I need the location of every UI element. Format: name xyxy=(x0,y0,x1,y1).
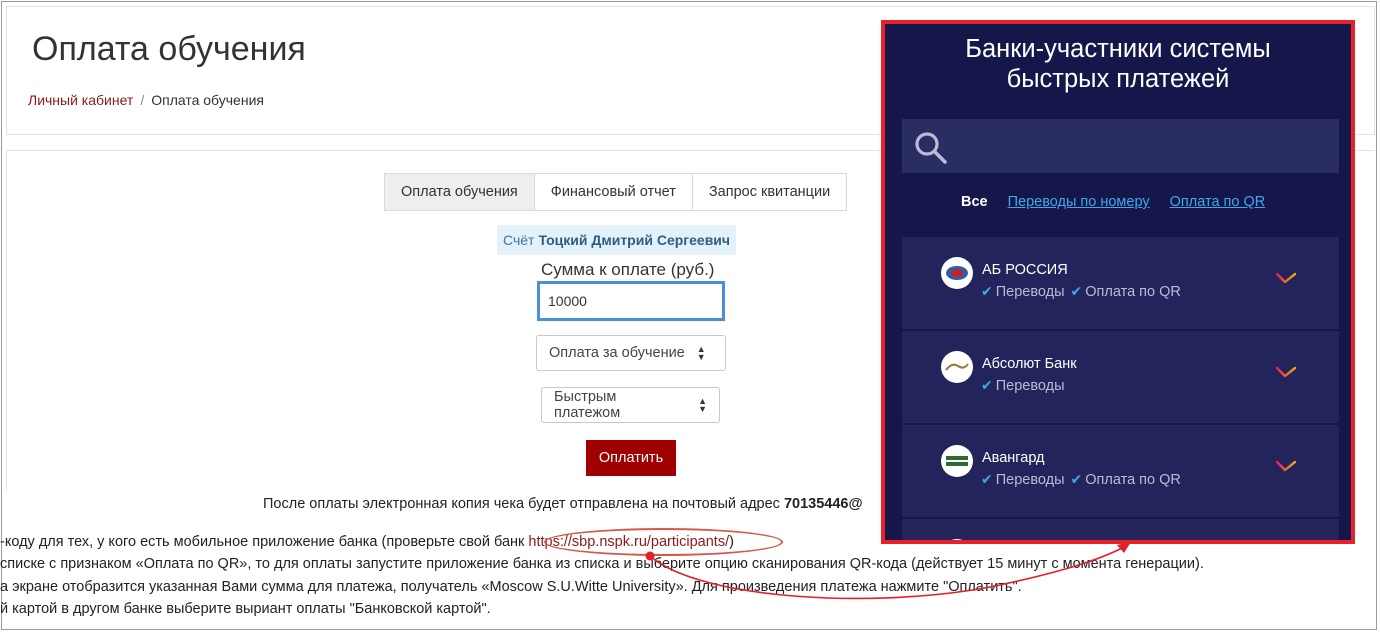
feature-label: Переводы xyxy=(995,283,1065,300)
tab-tuition-payment[interactable]: Оплата обучения xyxy=(384,173,535,211)
sum-input[interactable] xyxy=(537,281,725,321)
bank-logo-icon xyxy=(941,539,973,540)
purpose-select[interactable]: Оплата за обучение ▲ ▼ xyxy=(536,335,726,371)
filter-transfers-by-number[interactable]: Переводы по номеру xyxy=(1008,194,1150,210)
tab-receipt-request[interactable]: Запрос квитанции xyxy=(691,173,848,211)
select-arrows-icon: ▲ ▼ xyxy=(696,344,706,362)
bank-features: ✔ Переводы xyxy=(981,377,1071,394)
breadcrumb: Личный кабинет / Оплата обучения xyxy=(28,92,264,108)
search-icon xyxy=(915,132,947,164)
payment-method-select[interactable]: Быстрым платежом ▲ ▼ xyxy=(541,387,720,423)
account-name: Тоцкий Дмитрий Сергеевич xyxy=(538,232,731,248)
info-line-2: списке с признаком «Оплата по QR», то дл… xyxy=(0,556,1204,572)
bank-item[interactable]: АБ РОССИЯ ✔ Переводы ✔ Оплата по QR xyxy=(902,237,1339,329)
filter-all[interactable]: Все xyxy=(961,194,988,210)
bank-feature: ✔ Оплата по QR xyxy=(1071,471,1181,488)
pay-button[interactable]: Оплатить xyxy=(586,440,676,476)
check-icon: ✔ xyxy=(981,283,993,299)
check-icon: ✔ xyxy=(981,471,993,487)
bank-item-partial[interactable] xyxy=(902,519,1339,540)
info-line-4: й картой в другом банке выберите выриант… xyxy=(0,601,491,617)
sum-label: Сумма к оплате (руб.) xyxy=(541,260,715,279)
account-label: Счёт xyxy=(503,232,535,248)
chevron-down-icon[interactable] xyxy=(1275,271,1297,285)
bank-list: АБ РОССИЯ ✔ Переводы ✔ Оплата по QR Абсолю… xyxy=(902,237,1339,540)
check-icon: ✔ xyxy=(1070,283,1083,299)
account-info: Счёт Тоцкий Дмитрий Сергеевич xyxy=(497,225,737,255)
info-line-3: а экране отобразится указанная Вами сумм… xyxy=(0,579,1022,595)
sbp-search-input[interactable] xyxy=(902,119,1339,173)
bank-name: Абсолют Банк xyxy=(982,356,1077,372)
feature-label: Оплата по QR xyxy=(1085,283,1181,300)
sbp-banks-panel: Банки-участники системы быстрых платежей… xyxy=(881,20,1355,544)
bank-feature: ✔ Оплата по QR xyxy=(1071,283,1181,300)
bank-item[interactable]: Авангард ✔ Переводы ✔ Оплата по QR xyxy=(902,425,1339,517)
chevron-down-icon[interactable] xyxy=(1275,365,1297,379)
page-title: Оплата обучения xyxy=(32,30,306,68)
bank-logo-icon xyxy=(941,257,973,289)
feature-label: Переводы xyxy=(995,377,1065,394)
payment-method-value: Быстрым платежом xyxy=(554,389,621,421)
feature-label: Оплата по QR xyxy=(1085,471,1181,488)
link-highlight-ellipse xyxy=(544,528,783,556)
bank-name: Авангард xyxy=(982,450,1045,466)
bank-name: АБ РОССИЯ xyxy=(982,262,1068,278)
bank-logo-icon xyxy=(941,351,973,383)
filter-qr-payment[interactable]: Оплата по QR xyxy=(1170,194,1266,210)
payment-tabs: Оплата обучения Финансовый отчет Запрос … xyxy=(384,173,848,211)
chevron-down-icon[interactable] xyxy=(1275,459,1297,473)
bank-feature: ✔ Переводы xyxy=(981,283,1065,300)
sbp-title-line-1: Банки-участники системы xyxy=(965,35,1271,63)
sbp-title: Банки-участники системы быстрых платежей xyxy=(885,34,1351,94)
receipt-email: 70135446@ xyxy=(783,496,863,512)
check-icon: ✔ xyxy=(981,377,993,393)
select-arrows-icon: ▲ ▼ xyxy=(698,396,707,414)
tab-financial-report[interactable]: Финансовый отчет xyxy=(533,173,693,211)
breadcrumb-separator: / xyxy=(140,92,145,108)
receipt-notice-text: После оплаты электронная копия чека буде… xyxy=(263,496,780,512)
purpose-select-value: Оплата за обучение xyxy=(549,345,685,361)
bank-logo-icon xyxy=(941,445,973,477)
breadcrumb-current: Оплата обучения xyxy=(151,92,264,108)
sbp-filters: Все Переводы по номеру Оплата по QR xyxy=(961,194,1285,210)
info-line-1-text: -коду для тех, у кого есть мобильное при… xyxy=(0,534,529,550)
receipt-notice: После оплаты электронная копия чека буде… xyxy=(263,496,863,512)
breadcrumb-home-link[interactable]: Личный кабинет xyxy=(28,92,133,108)
bank-features: ✔ Переводы ✔ Оплата по QR xyxy=(981,283,1187,300)
bank-item[interactable]: Абсолют Банк ✔ Переводы xyxy=(902,331,1339,423)
sbp-title-line-2: быстрых платежей xyxy=(1006,65,1230,93)
check-icon: ✔ xyxy=(1070,471,1083,487)
feature-label: Переводы xyxy=(995,471,1065,488)
bank-features: ✔ Переводы ✔ Оплата по QR xyxy=(981,471,1187,488)
bank-feature: ✔ Переводы xyxy=(981,471,1065,488)
bank-feature: ✔ Переводы xyxy=(981,377,1065,394)
